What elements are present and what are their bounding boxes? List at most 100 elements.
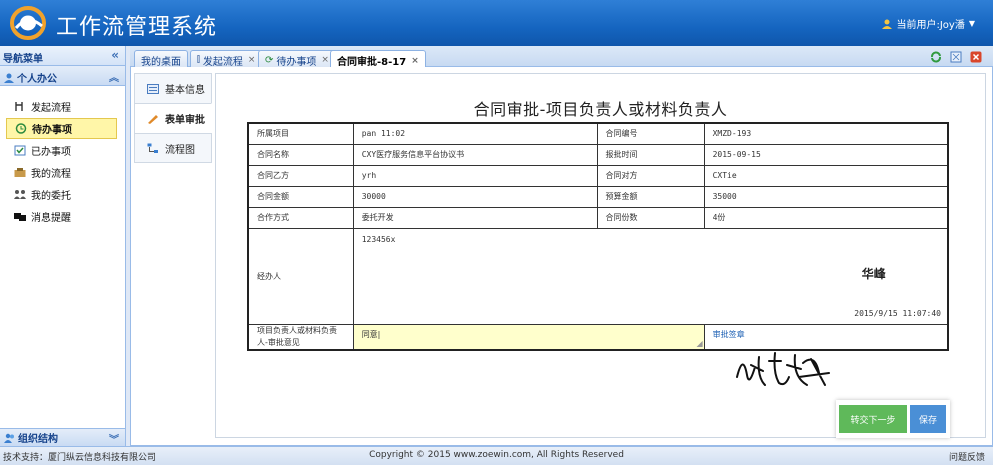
nav-item-label: 我的流程	[31, 169, 71, 180]
collapse-icon[interactable]: «	[111, 48, 119, 62]
field-value: 委托开发	[352, 206, 598, 229]
tab-label: 合同审批-8-17	[337, 57, 407, 68]
branch-icon: ⫿	[197, 55, 200, 65]
form-table: 所属项目 pan 11:02 合同编号 XMZD-193 合同名称 CXY医疗服务信息平台…	[247, 122, 949, 386]
field-label: 合同金额	[247, 185, 354, 208]
tab-label: 待办事项	[276, 56, 317, 68]
navigation-menu: 导航菜单 « 个人办公 ︽ 发起流程待办事项已办事项我的流程我的委托消息提醒 组…	[0, 46, 126, 446]
chevron-down-icon: ︾	[109, 435, 119, 446]
handler-note: 123456x	[361, 234, 396, 244]
field-label: 所属项目	[247, 122, 354, 145]
submit-next-button[interactable]: 转交下一步	[839, 405, 907, 433]
process-icon	[14, 167, 26, 178]
user-icon	[882, 19, 893, 29]
nav-header: 导航菜单 «	[0, 46, 125, 66]
field-label: 合同乙方	[247, 164, 354, 187]
field-label: 合同编号	[596, 122, 705, 145]
tab-label: 发起流程	[202, 56, 243, 68]
table-row: 所属项目 pan 11:02 合同编号 XMZD-193	[247, 122, 949, 145]
delegate-icon	[14, 189, 26, 200]
flowchart-icon	[147, 143, 158, 153]
close-icon[interactable]: ×	[411, 56, 419, 66]
user-menu[interactable]: 当前用户:Joy潘 ▼	[882, 16, 975, 31]
opinion-row: 项目负责人或材料负责人-审批意见 同意| ◢ 审批签章	[247, 323, 949, 386]
branch-icon	[14, 101, 26, 112]
field-label: 合同名称	[247, 143, 354, 166]
app-title: 工作流管理系统	[56, 15, 218, 40]
opinion-textarea[interactable]: 同意| ◢	[352, 323, 705, 350]
nav-item[interactable]: 我的流程	[6, 162, 117, 183]
current-user-label: 当前用户:Joy潘	[896, 20, 965, 31]
handler-time: 2015/9/15 11:07:40	[854, 308, 941, 318]
nav-item[interactable]: 待办事项	[6, 118, 117, 139]
form-side-tabs: 基本信息 表单审批 流程图	[134, 73, 212, 163]
field-value: 35000	[703, 185, 949, 208]
done-icon	[14, 145, 26, 156]
person-icon	[4, 73, 14, 83]
action-buttons: 转交下一步 保存	[836, 400, 950, 438]
field-label: 预算金额	[596, 185, 705, 208]
nav-list: 发起流程待办事项已办事项我的流程我的委托消息提醒	[0, 86, 125, 227]
nav-item[interactable]: 发起流程	[6, 96, 117, 117]
pen-icon	[148, 114, 158, 124]
approval-form: 合同审批-项目负责人或材料负责人 所属项目 pan 11:02 合同编号 XMZD-1…	[215, 73, 986, 438]
field-value: 4份	[703, 206, 949, 229]
table-row: 合同名称 CXY医疗服务信息平台协议书 报批时间 2015-09-15	[247, 143, 949, 166]
table-row: 合同乙方 yrh 合同对方 CXTie	[247, 164, 949, 187]
handwritten-signature	[735, 351, 830, 386]
side-tab-basic-info[interactable]: 基本信息	[134, 73, 212, 103]
field-value: yrh	[352, 164, 598, 187]
nav-item-label: 已办事项	[31, 147, 71, 158]
side-tab-label: 基本信息	[165, 85, 205, 96]
nav-group-personal[interactable]: 个人办公 ︽	[0, 66, 125, 86]
tech-support-text: 技术支持：厦门纵云信息科技有限公司	[3, 453, 157, 463]
refresh-icon[interactable]	[930, 51, 942, 63]
nav-item[interactable]: 我的委托	[6, 184, 117, 205]
side-tab-label: 流程图	[165, 144, 195, 156]
nav-group-label: 个人办公	[17, 74, 57, 85]
field-value: CXTie	[703, 164, 949, 187]
nav-group-organization[interactable]: 组织结构 ︾	[0, 428, 125, 446]
form-icon	[147, 83, 159, 94]
field-label: 合同份数	[596, 206, 705, 229]
org-icon	[4, 433, 14, 443]
side-tab-form-approval[interactable]: 表单审批	[134, 103, 212, 133]
approval-seal-link[interactable]: 审批签章	[713, 330, 745, 339]
nav-item-label: 消息提醒	[31, 213, 71, 224]
field-label: 报批时间	[596, 143, 705, 166]
chevron-down-icon: ▼	[968, 19, 975, 28]
close-icon[interactable]	[970, 51, 982, 63]
close-icon[interactable]: ×	[321, 55, 329, 65]
message-icon	[14, 211, 26, 222]
handler-cell: 123456x 华峰 2015/9/15 11:07:40	[352, 227, 949, 325]
side-tab-label: 表单审批	[165, 115, 205, 126]
tab-desktop[interactable]: 我的桌面	[134, 50, 188, 68]
handler-row: 经办人 123456x 华峰 2015/9/15 11:07:40	[247, 227, 949, 325]
maximize-icon[interactable]	[950, 51, 962, 63]
nav-item-label: 我的委托	[31, 191, 71, 202]
save-button[interactable]: 保存	[910, 405, 946, 433]
feedback-link[interactable]: 问题反馈	[949, 450, 985, 463]
handler-label: 经办人	[247, 227, 354, 325]
footer: Copyright © 2015 www.zoewin.com, All Rig…	[0, 446, 993, 465]
handler-name: 华峰	[861, 266, 886, 281]
signature-cell: 审批签章	[703, 323, 949, 386]
content-panel: 基本信息 表单审批 流程图 合同审批-项目负责人或材料负责人 所属项目 pan 1…	[130, 67, 993, 446]
field-label: 合同对方	[596, 164, 705, 187]
todo-icon: ⟳	[265, 54, 274, 66]
chevron-up-icon: ︽	[109, 73, 119, 84]
side-tab-flowchart[interactable]: 流程图	[134, 133, 212, 163]
nav-item[interactable]: 已办事项	[6, 140, 117, 161]
nav-item-label: 待办事项	[32, 125, 72, 136]
resize-handle-icon[interactable]: ◢	[696, 339, 702, 348]
tab-todo[interactable]: ⟳ 待办事项 ×	[258, 50, 336, 68]
field-value: 2015-09-15	[703, 143, 949, 166]
field-label: 合作方式	[247, 206, 354, 229]
tab-start-process[interactable]: ⫿ 发起流程 ×	[190, 50, 263, 68]
table-row: 合同金额 30000 预算金额 35000	[247, 185, 949, 208]
close-icon[interactable]: ×	[248, 55, 256, 65]
opinion-text: 同意|	[361, 329, 381, 339]
tab-bar: 我的桌面 ⫿ 发起流程 × ⟳ 待办事项 × 合同审批-8-17 ×	[130, 46, 993, 68]
tab-contract-approval[interactable]: 合同审批-8-17 ×	[330, 50, 426, 68]
nav-item[interactable]: 消息提醒	[6, 206, 117, 227]
